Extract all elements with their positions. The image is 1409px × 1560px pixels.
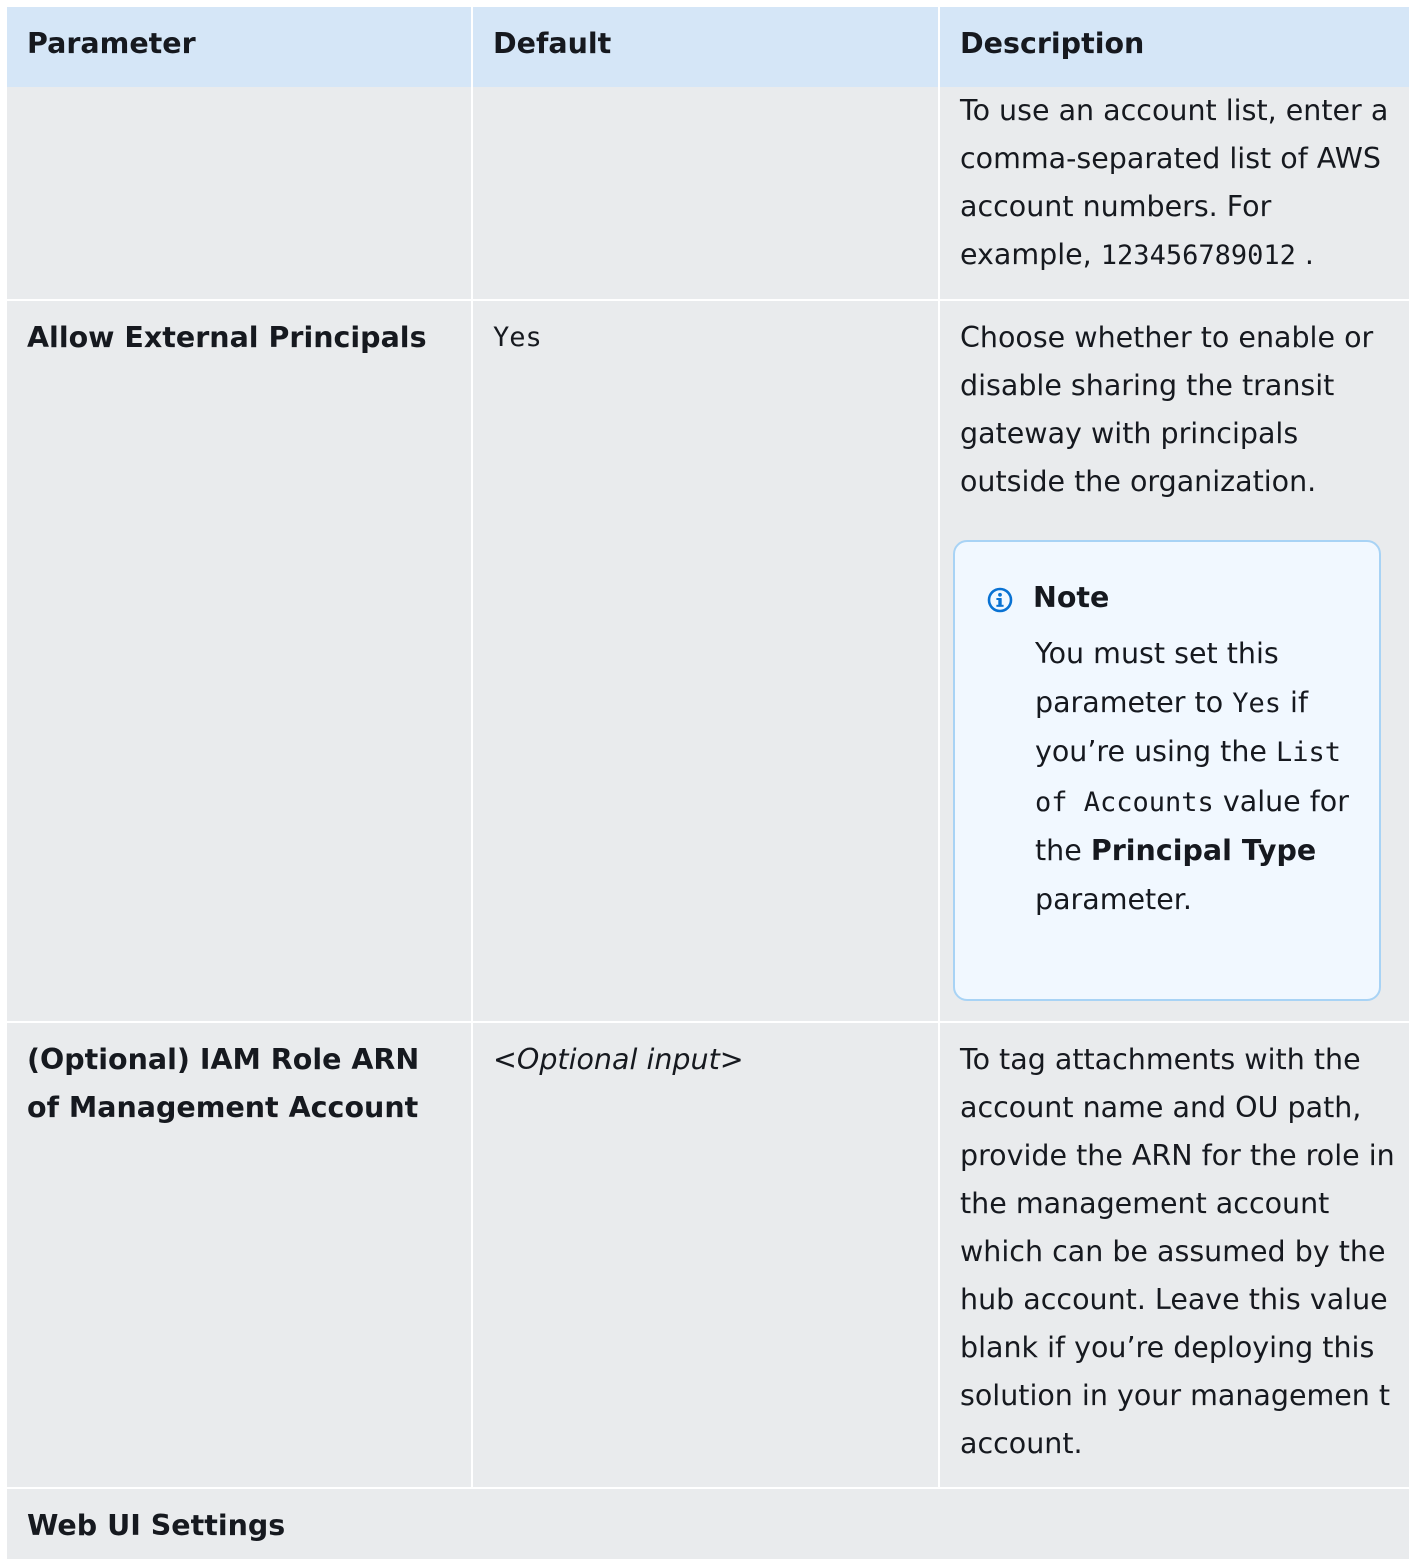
note-header: Note: [987, 574, 1109, 622]
note-body: You must set this parameter to Yes if yo…: [1035, 630, 1355, 924]
info-icon: [987, 587, 1013, 613]
cell-default-optional-input: <Optional input>: [473, 1023, 940, 1487]
note-title: Note: [1033, 581, 1110, 614]
section-title-web-ui-settings: Web UI Settings: [27, 1509, 286, 1542]
cell-default-yes: Yes: [473, 301, 940, 1021]
section-row-web-ui-settings: Web UI Settings: [7, 1487, 1409, 1559]
header-parameter: Parameter: [7, 7, 473, 87]
header-default: Default: [473, 7, 940, 87]
cell-default-empty: [473, 87, 940, 299]
cell-parameter-empty: [7, 87, 473, 299]
example-account-code: 123456789012: [1100, 240, 1296, 271]
table-row-iam-role-arn: (Optional) IAM Role ARN of Management Ac…: [7, 1021, 1409, 1487]
table-row-account-list: To use an account list, enter a comma-se…: [7, 87, 1409, 299]
note-code-yes: Yes: [1232, 687, 1281, 719]
table-header-row: Parameter Default Description: [7, 7, 1409, 87]
header-description: Description: [960, 27, 1145, 60]
description-trailing: .: [1295, 238, 1314, 271]
cell-parameter-allow-external-principals: Allow External Principals: [7, 301, 473, 1021]
note-text-4: parameter.: [1035, 882, 1192, 916]
note-bold-principal-type: Principal Type: [1090, 834, 1317, 867]
cell-description-account-list: To use an account list, enter a comma-se…: [940, 87, 1409, 299]
cell-parameter-iam-role-arn: (Optional) IAM Role ARN of Management Ac…: [7, 1023, 473, 1487]
cell-description-iam-role: To tag attachments with the account name…: [960, 1043, 1395, 1460]
note-callout: Note You must set this parameter to Yes …: [953, 540, 1381, 1001]
